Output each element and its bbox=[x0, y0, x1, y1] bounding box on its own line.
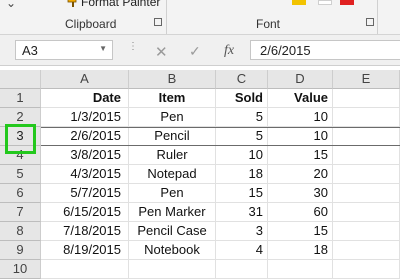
row-header-9[interactable]: 9 bbox=[0, 241, 41, 260]
enter-icon[interactable]: ✓ bbox=[189, 43, 201, 60]
cell-a10[interactable] bbox=[41, 260, 129, 279]
chevron-down-icon[interactable]: ⌄ bbox=[6, 0, 16, 10]
font-group-label: Font bbox=[256, 17, 281, 31]
cell-b5[interactable]: Notepad bbox=[129, 165, 216, 184]
cell-b10[interactable] bbox=[129, 260, 216, 279]
cell-d6[interactable]: 30 bbox=[268, 184, 333, 203]
cell-a1[interactable]: Date bbox=[41, 89, 129, 108]
cell-e7[interactable] bbox=[333, 203, 400, 222]
column-header-e[interactable]: E bbox=[333, 70, 400, 89]
cell-b3[interactable]: Pencil bbox=[129, 127, 216, 146]
cell-a8[interactable]: 7/18/2015 bbox=[41, 222, 129, 241]
cell-d8[interactable]: 15 bbox=[268, 222, 333, 241]
row-header-10[interactable]: 10 bbox=[0, 260, 41, 279]
cell-c10[interactable] bbox=[216, 260, 268, 279]
cell-e4[interactable] bbox=[333, 146, 400, 165]
cell-d4[interactable]: 15 bbox=[268, 146, 333, 165]
clipboard-launcher-icon[interactable] bbox=[154, 18, 162, 26]
highlight-color-icon[interactable] bbox=[292, 0, 306, 5]
cell-e10[interactable] bbox=[333, 260, 400, 279]
cell-c2[interactable]: 5 bbox=[216, 108, 268, 127]
font-launcher-icon[interactable] bbox=[366, 18, 374, 26]
cell-c4[interactable]: 10 bbox=[216, 146, 268, 165]
dropdown-arrow-icon[interactable]: ▼ bbox=[99, 44, 107, 53]
column-header-a[interactable]: A bbox=[41, 70, 129, 89]
cell-c8[interactable]: 3 bbox=[216, 222, 268, 241]
cell-d1[interactable]: Value bbox=[268, 89, 333, 108]
cell-a4[interactable]: 3/8/2015 bbox=[41, 146, 129, 165]
cell-e1[interactable] bbox=[333, 89, 400, 108]
cell-a6[interactable]: 5/7/2015 bbox=[41, 184, 129, 203]
cell-b4[interactable]: Ruler bbox=[129, 146, 216, 165]
clipboard-group-label: Clipboard bbox=[65, 17, 117, 31]
cancel-icon[interactable]: ✕ bbox=[155, 43, 168, 61]
select-all-corner[interactable] bbox=[0, 70, 41, 89]
ribbon-divider bbox=[377, 0, 378, 34]
cell-e5[interactable] bbox=[333, 165, 400, 184]
cell-e3[interactable] bbox=[333, 127, 400, 146]
cell-c3[interactable]: 5 bbox=[216, 127, 268, 146]
cell-e6[interactable] bbox=[333, 184, 400, 203]
cell-d9[interactable]: 18 bbox=[268, 241, 333, 260]
cell-d7[interactable]: 60 bbox=[268, 203, 333, 222]
cell-c1[interactable]: Sold bbox=[216, 89, 268, 108]
row-header-8[interactable]: 8 bbox=[0, 222, 41, 241]
format-painter-icon[interactable] bbox=[67, 0, 79, 7]
column-header-c[interactable]: C bbox=[216, 70, 268, 89]
insert-function-icon[interactable]: fx bbox=[224, 43, 234, 59]
fill-color-icon[interactable] bbox=[318, 0, 332, 5]
cell-e8[interactable] bbox=[333, 222, 400, 241]
cell-a3[interactable]: 2/6/2015 bbox=[41, 127, 129, 146]
cell-a2[interactable]: 1/3/2015 bbox=[41, 108, 129, 127]
row-header-1[interactable]: 1 bbox=[0, 89, 41, 108]
grip-dots-icon: ⋮ bbox=[128, 41, 138, 52]
column-header-b[interactable]: B bbox=[129, 70, 216, 89]
name-box-value: A3 bbox=[22, 43, 38, 58]
cell-b7[interactable]: Pen Marker bbox=[129, 203, 216, 222]
cell-d10[interactable] bbox=[268, 260, 333, 279]
cell-b1[interactable]: Item bbox=[129, 89, 216, 108]
column-header-d[interactable]: D bbox=[268, 70, 333, 89]
cell-d5[interactable]: 20 bbox=[268, 165, 333, 184]
row-header-6[interactable]: 6 bbox=[0, 184, 41, 203]
cell-c5[interactable]: 18 bbox=[216, 165, 268, 184]
name-box[interactable]: A3 ▼ bbox=[15, 40, 113, 60]
cell-b9[interactable]: Notebook bbox=[129, 241, 216, 260]
cell-b2[interactable]: Pen bbox=[129, 108, 216, 127]
row-highlight-box bbox=[5, 124, 36, 154]
cell-d3[interactable]: 10 bbox=[268, 127, 333, 146]
cell-c9[interactable]: 4 bbox=[216, 241, 268, 260]
cell-a5[interactable]: 4/3/2015 bbox=[41, 165, 129, 184]
formula-input-value: 2/6/2015 bbox=[260, 43, 311, 58]
ribbon: ⌄ Format Painter Clipboard Font bbox=[0, 0, 400, 35]
cell-c7[interactable]: 31 bbox=[216, 203, 268, 222]
cell-e9[interactable] bbox=[333, 241, 400, 260]
formula-bar: A3 ▼ ⋮ ✕ ✓ fx 2/6/2015 bbox=[0, 35, 400, 66]
cell-a7[interactable]: 6/15/2015 bbox=[41, 203, 129, 222]
cell-b8[interactable]: Pencil Case bbox=[129, 222, 216, 241]
row-header-7[interactable]: 7 bbox=[0, 203, 41, 222]
cell-d2[interactable]: 10 bbox=[268, 108, 333, 127]
cell-c6[interactable]: 15 bbox=[216, 184, 268, 203]
row-header-5[interactable]: 5 bbox=[0, 165, 41, 184]
format-painter-button[interactable]: Format Painter bbox=[81, 0, 160, 9]
cell-e2[interactable] bbox=[333, 108, 400, 127]
formula-input[interactable]: 2/6/2015 bbox=[250, 40, 400, 60]
font-color-icon[interactable] bbox=[340, 0, 354, 5]
cell-a9[interactable]: 8/19/2015 bbox=[41, 241, 129, 260]
ribbon-divider bbox=[166, 0, 167, 34]
cell-b6[interactable]: Pen bbox=[129, 184, 216, 203]
